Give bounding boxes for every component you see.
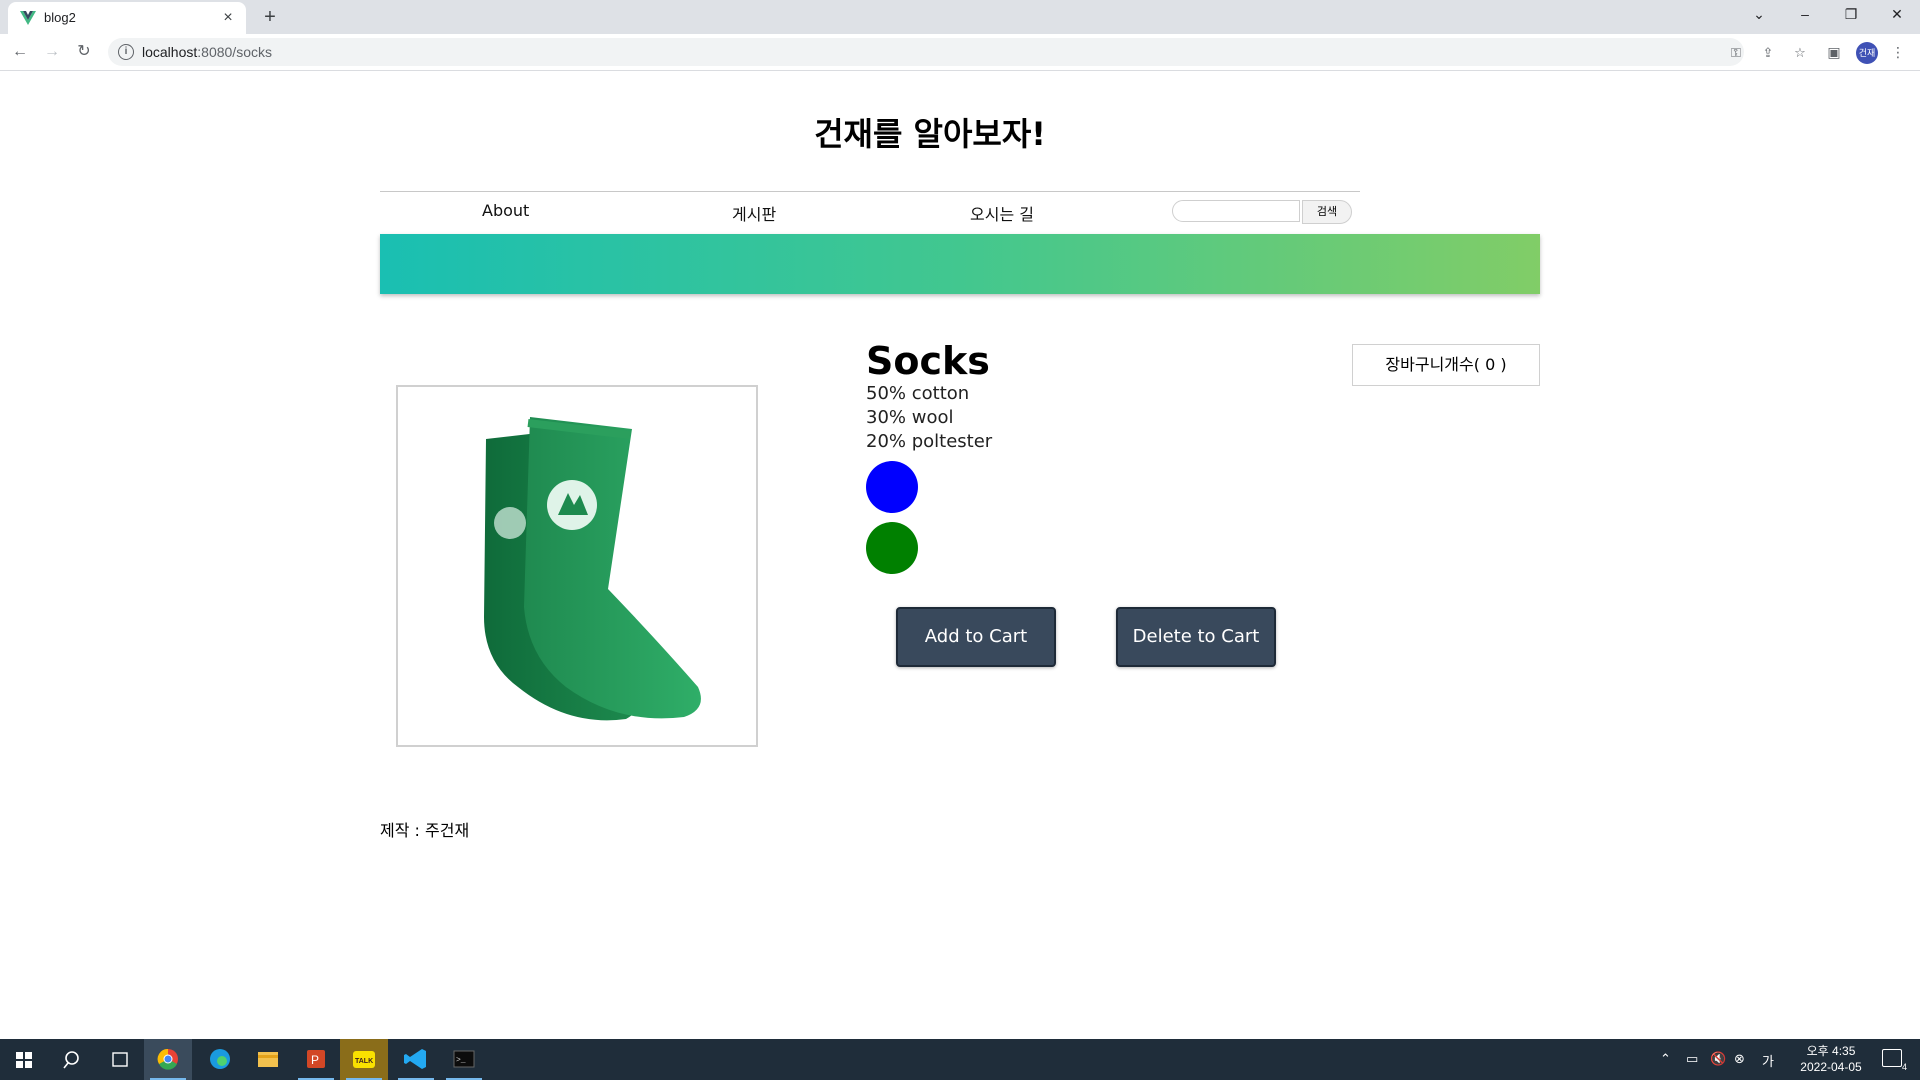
tab-search-icon[interactable]: ⌄ — [1736, 0, 1782, 30]
page-content: 건재를 알아보자! About 게시판 오시는 길 검색 Socks 50% c… — [0, 71, 1920, 1039]
site-info-icon[interactable]: i — [118, 44, 134, 60]
search-input[interactable] — [1172, 200, 1300, 222]
profile-avatar[interactable]: 건재 — [1856, 42, 1878, 64]
task-view-icon[interactable] — [96, 1039, 144, 1080]
svg-text:TALK: TALK — [355, 1058, 373, 1065]
powerpoint-taskbar-icon[interactable]: P — [292, 1039, 340, 1080]
clock-date: 2022-04-05 — [1800, 1060, 1862, 1074]
tray-chevron-icon[interactable]: ⌃ — [1660, 1051, 1671, 1067]
chrome-taskbar-icon[interactable] — [144, 1039, 192, 1080]
nav-item-board[interactable]: 게시판 — [732, 201, 776, 225]
volume-muted-icon[interactable]: 🔇 — [1710, 1051, 1726, 1067]
svg-text:P: P — [311, 1053, 319, 1067]
minimize-icon[interactable]: – — [1782, 0, 1828, 30]
footer-credit: 제작 : 주건재 — [380, 821, 470, 840]
restore-icon[interactable]: ❐ — [1828, 0, 1874, 30]
tab-close-icon[interactable]: × — [218, 8, 238, 28]
forward-icon[interactable]: → — [40, 40, 64, 64]
browser-tab-active[interactable]: blog2 × — [8, 2, 246, 34]
cart-count-box: 장바구니개수( 0 ) — [1352, 344, 1540, 386]
back-icon[interactable]: ← — [8, 40, 32, 64]
edge-taskbar-icon[interactable] — [196, 1039, 244, 1080]
notification-center-icon[interactable]: 4 — [1882, 1049, 1907, 1072]
reload-icon[interactable]: ↻ — [72, 40, 96, 64]
bookmark-star-icon[interactable]: ☆ — [1792, 45, 1808, 61]
new-tab-button[interactable]: + — [258, 6, 282, 30]
menu-kebab-icon[interactable]: ⋮ — [1888, 42, 1908, 62]
color-swatch-blue[interactable] — [866, 461, 918, 513]
start-button[interactable] — [0, 1039, 48, 1080]
url-text: localhost:8080/socks — [142, 44, 272, 60]
browser-toolbar: ← → ↻ i localhost:8080/socks ⚿ ⇪ ☆ ▣ 건재 … — [0, 34, 1920, 71]
antivirus-icon[interactable]: ⊗ — [1734, 1051, 1745, 1067]
nav-item-about[interactable]: About — [482, 201, 529, 220]
search-taskbar-icon[interactable] — [48, 1039, 96, 1080]
windows-logo-icon — [16, 1052, 32, 1068]
password-key-icon[interactable]: ⚿ — [1728, 45, 1744, 61]
share-icon[interactable]: ⇪ — [1760, 45, 1776, 61]
notification-count: 4 — [1901, 1062, 1907, 1072]
network-icon[interactable]: ▭ — [1686, 1051, 1698, 1067]
material-cotton: 50% cotton — [866, 383, 970, 404]
kakaotalk-taskbar-icon[interactable]: TALK — [340, 1039, 388, 1080]
search-button[interactable]: 검색 — [1302, 200, 1352, 224]
side-panel-icon[interactable]: ▣ — [1824, 42, 1844, 62]
material-polyester: 20% poltester — [866, 431, 993, 452]
file-explorer-icon[interactable] — [244, 1039, 292, 1080]
address-bar[interactable]: i localhost:8080/socks ⚿ ⇪ ☆ — [108, 38, 1806, 66]
close-window-icon[interactable]: ✕ — [1874, 0, 1920, 30]
windows-taskbar: P TALK >_ ⌃ ▭ 🔇 ⊗ 가 오후 4:35 2022-04-05 4 — [0, 1039, 1920, 1080]
taskbar-clock[interactable]: 오후 4:35 2022-04-05 — [1786, 1043, 1876, 1075]
terminal-taskbar-icon[interactable]: >_ — [440, 1039, 488, 1080]
socks-image — [484, 417, 701, 721]
vue-logo-icon — [20, 11, 36, 25]
clock-time: 오후 4:35 — [1806, 1044, 1856, 1058]
nav-divider — [380, 191, 1360, 192]
svg-text:>_: >_ — [456, 1056, 466, 1065]
gradient-banner — [380, 234, 1540, 294]
color-swatch-green[interactable] — [866, 522, 918, 574]
input-method-icon[interactable]: 가 — [1762, 1051, 1774, 1070]
site-title: 건재를 알아보자! — [814, 115, 1046, 153]
product-image — [396, 385, 758, 747]
tab-title: blog2 — [44, 10, 76, 25]
nav-item-directions[interactable]: 오시는 길 — [970, 201, 1034, 225]
browser-tabstrip: blog2 × + ⌄ – ❐ ✕ — [0, 0, 1920, 34]
product-title: Socks — [866, 339, 990, 383]
delete-from-cart-button[interactable]: Delete to Cart — [1116, 607, 1276, 667]
material-wool: 30% wool — [866, 407, 954, 428]
vscode-taskbar-icon[interactable] — [392, 1039, 440, 1080]
add-to-cart-button[interactable]: Add to Cart — [896, 607, 1056, 667]
